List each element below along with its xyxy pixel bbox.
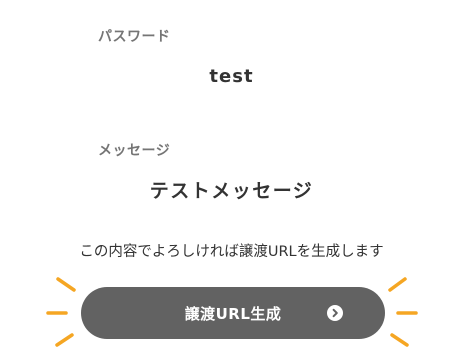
sparkle-right-top [388, 277, 407, 292]
message-label: メッセージ [98, 143, 171, 159]
message-value: テストメッセージ [149, 180, 314, 202]
password-value: test [209, 66, 254, 87]
confirm-text: この内容でよろしければ譲渡URLを生成します [79, 244, 384, 260]
sparkle-right-bottom [390, 333, 409, 347]
password-label: パスワード [98, 29, 171, 45]
sparkle-left-top [56, 277, 76, 292]
generate-url-button[interactable]: 譲渡URL生成 [81, 287, 385, 339]
arrow-right-circle-icon [327, 305, 343, 321]
sparkle-left-bottom [55, 333, 74, 347]
